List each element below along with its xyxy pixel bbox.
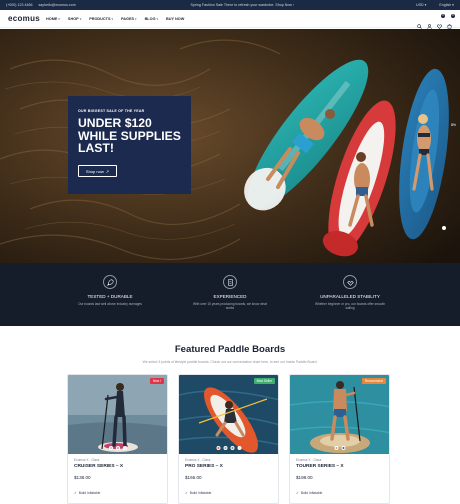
product-card[interactable]: Recommend Ecomus X - Class TOURER SERIES… [289, 374, 390, 504]
user-icon[interactable] [427, 16, 432, 29]
cart-icon[interactable]: 0 [447, 13, 455, 29]
feature-title: UNPARALLELED STABILITY [320, 294, 380, 299]
product-tag: Best Seller [253, 378, 275, 384]
shop-now-button[interactable]: Shop now ↗ [78, 165, 117, 177]
product-name[interactable]: TOURER SERIES – X [296, 464, 383, 469]
chevron-down-icon: ▾ [79, 16, 82, 21]
nav-shop[interactable]: SHOP▾ [68, 17, 81, 21]
document-icon [223, 275, 237, 289]
color-swatches [334, 446, 345, 450]
hero-side-label: 8% [450, 123, 456, 127]
feature-title: TESTED + DURABLE [87, 294, 133, 299]
section-title: Featured Paddle Boards [174, 344, 286, 355]
feature-title: EXPERIENCED [213, 294, 247, 299]
cart-count: 0 [451, 13, 455, 18]
product-feature: ✓ Build Inflatable [185, 491, 212, 495]
feature-item: TESTED + DURABLE Our boards last well ab… [50, 263, 170, 326]
feature-item: EXPERIENCED With over 15 years producing… [170, 263, 290, 326]
feature-item: UNPARALLELED STABILITY Whether beginner … [290, 263, 410, 326]
product-category: Ecomus X - Class [185, 458, 211, 462]
arrow-up-right-icon: ↗ [105, 168, 110, 174]
wishlist-count: 0 [441, 13, 445, 18]
product-image[interactable]: Best Seller [179, 375, 278, 454]
swatch[interactable] [230, 446, 234, 450]
nav-pages[interactable]: PAGES▾ [121, 17, 137, 21]
main-nav: HOME▾ SHOP▾ PRODUCTS▾ PAGES▾ BLOG▾ BUY N… [46, 17, 184, 21]
product-image[interactable]: Recommend [290, 375, 389, 454]
chevron-down-icon: ▾ [135, 16, 137, 21]
announcement-text[interactable]: Spring Fashion Sale There to refresh you… [81, 3, 404, 7]
nav-blog[interactable]: BLOG▾ [145, 17, 158, 21]
product-category: Ecomus X - Class [74, 458, 100, 462]
promo-card: OUR BIGGEST SALE OF THE YEAR UNDER $120 … [68, 96, 191, 194]
swatch[interactable] [334, 446, 338, 450]
promo-kicker: OUR BIGGEST SALE OF THE YEAR [78, 109, 145, 113]
feature-desc: Whether beginner or pro, our boards offe… [314, 302, 386, 311]
product-price: $166.00 [185, 475, 202, 480]
swatch[interactable] [115, 446, 120, 450]
swatch[interactable] [108, 446, 113, 450]
feature-desc: With over 15 years producing boards, we … [193, 302, 267, 311]
swatch[interactable] [341, 446, 345, 450]
section-subtitle: We select 3 points of lifestyle paddle b… [142, 360, 318, 364]
product-category: Ecomus X - Class [296, 458, 322, 462]
phone-number[interactable]: (+000) 123 4466 [6, 3, 32, 7]
swatch[interactable] [237, 446, 241, 450]
handshake-icon [343, 275, 357, 289]
product-price: $138.00 [74, 475, 91, 480]
product-name[interactable]: PRO SERIES – X [185, 464, 272, 469]
main-header: ecomus HOME▾ SHOP▾ PRODUCTS▾ PAGES▾ BLOG… [0, 10, 460, 29]
wishlist-icon[interactable]: 0 [437, 13, 445, 29]
logo[interactable]: ecomus [8, 14, 46, 23]
product-image[interactable]: New ! [68, 375, 167, 454]
chevron-down-icon: ▾ [58, 16, 60, 21]
product-tag: Recommend [361, 378, 386, 384]
promo-headline: UNDER $120 WHILE SUPPLIES LAST! [78, 116, 181, 155]
check-icon: ✓ [185, 491, 188, 495]
chevron-down-icon: ▾ [156, 16, 159, 21]
language-select[interactable]: English ▾ [433, 3, 454, 7]
nav-buy-now[interactable]: BUY NOW [166, 17, 184, 21]
swatch[interactable] [223, 446, 227, 450]
product-name[interactable]: CRUISER SERIES – X [74, 464, 161, 469]
rocket-icon [103, 275, 117, 289]
product-price: $198.00 [296, 475, 313, 480]
chevron-down-icon: ▾ [111, 16, 114, 21]
features-band: TESTED + DURABLE Our boards last well ab… [0, 263, 460, 326]
product-card[interactable]: New ! Ecomus X - Class CRUISER SERIES – … [67, 374, 168, 504]
product-card[interactable]: Best Seller Ecomus X - Class PRO SERIES … [178, 374, 279, 504]
product-tag: New ! [149, 378, 164, 384]
nav-home[interactable]: HOME▾ [46, 17, 60, 21]
email-address[interactable]: sayhello@ecomus.com [38, 3, 75, 7]
product-feature: ✓ Build Inflatable [74, 491, 101, 495]
swatch[interactable] [122, 446, 127, 450]
feature-desc: Our boards last well above industry aver… [78, 302, 142, 306]
search-icon[interactable] [417, 16, 422, 29]
top-bar: (+000) 123 4466 sayhello@ecomus.com Spri… [0, 0, 460, 10]
check-icon: ✓ [74, 491, 77, 495]
color-swatches [216, 446, 241, 450]
currency-select[interactable]: USD ▾ [410, 3, 426, 7]
check-icon: ✓ [296, 491, 299, 495]
nav-products[interactable]: PRODUCTS▾ [89, 17, 113, 21]
swatch[interactable] [216, 446, 220, 450]
product-feature: ✓ Build Inflatable [296, 491, 323, 495]
slider-dot[interactable] [442, 226, 446, 230]
color-swatches [108, 446, 127, 450]
hero-banner: OUR BIGGEST SALE OF THE YEAR UNDER $120 … [0, 29, 460, 263]
